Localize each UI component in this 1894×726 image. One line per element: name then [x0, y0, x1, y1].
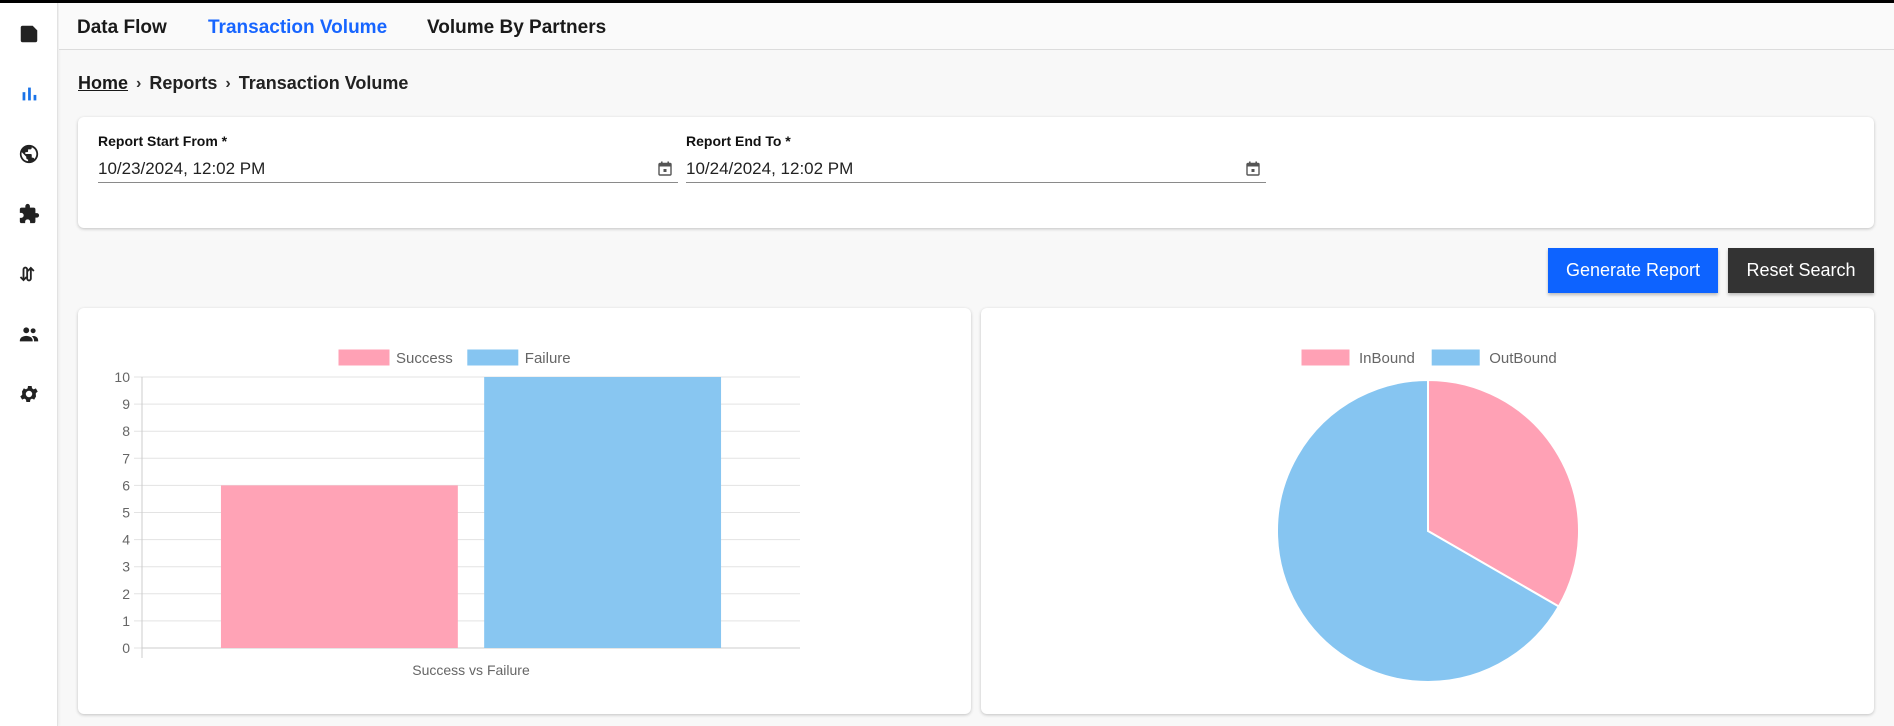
y-tick-label: 7 [122, 450, 130, 466]
y-tick-label: 1 [122, 613, 130, 629]
calendar-icon[interactable] [1246, 161, 1260, 176]
sidebar-item-globe[interactable] [17, 142, 41, 166]
legend-swatch-success [338, 349, 390, 366]
file-icon [20, 25, 38, 43]
bar-chart-card: Success Failure 0 1 2 3 4 5 6 7 8 9 10 Success vs Fai… [78, 308, 971, 714]
calendar-icon[interactable] [658, 161, 672, 176]
chevron-right-icon: › [225, 74, 231, 92]
tab-volume-by-partners[interactable]: Volume By Partners [427, 17, 606, 39]
sidebar-item-charts[interactable] [17, 82, 41, 106]
puzzle-icon [19, 203, 40, 224]
sidebar-item-settings[interactable] [17, 382, 41, 406]
y-tick-label: 5 [122, 505, 130, 521]
legend-label-failure: Failure [525, 350, 571, 367]
sidebar [0, 3, 58, 726]
y-tick-label: 9 [122, 396, 130, 412]
report-start-value: 10/23/2024, 12:02 PM [98, 158, 266, 178]
success-failure-bar-chart: Success Failure 0 1 2 3 4 5 6 7 8 9 10 Success vs Fai… [114, 349, 800, 678]
legend-swatch-inbound [1301, 349, 1350, 366]
tab-bar: Data Flow Transaction Volume Volume By P… [59, 3, 1894, 50]
generate-report-button[interactable]: Generate Report [1548, 248, 1718, 293]
tab-transaction-volume[interactable]: Transaction Volume [208, 17, 387, 39]
report-end-label: Report End To * [686, 133, 791, 149]
breadcrumb: Home › Reports › Transaction Volume [78, 73, 408, 94]
y-tick-label: 0 [122, 640, 130, 656]
report-end-input[interactable]: 10/24/2024, 12:02 PM [686, 155, 1266, 183]
legend-swatch-outbound [1431, 349, 1480, 366]
report-end-field: Report End To * 10/24/2024, 12:02 PM [686, 133, 1266, 183]
swap-vertical-icon [19, 266, 35, 282]
bar-chart-icon [22, 87, 37, 101]
report-start-field: Report Start From * 10/23/2024, 12:02 PM [98, 133, 678, 183]
inbound-outbound-pie-chart: InBound OutBound [1276, 349, 1580, 683]
sidebar-item-reports[interactable] [17, 22, 41, 46]
people-icon [19, 327, 39, 342]
y-tick-label: 3 [122, 559, 130, 575]
chevron-right-icon: › [136, 74, 142, 92]
sidebar-item-users[interactable] [17, 322, 41, 346]
report-start-label: Report Start From * [98, 133, 228, 149]
pie-chart-card: InBound OutBound [981, 308, 1874, 714]
y-tick-label: 10 [114, 369, 130, 385]
bar-success [220, 485, 458, 648]
legend-label-success: Success [396, 350, 453, 367]
y-tick-label: 6 [122, 477, 130, 493]
globe-icon [19, 144, 39, 164]
report-end-value: 10/24/2024, 12:02 PM [686, 158, 854, 178]
sidebar-item-routing[interactable] [17, 262, 41, 286]
legend-label-inbound: InBound [1359, 350, 1415, 367]
y-tick-label: 2 [122, 586, 130, 602]
tab-data-flow[interactable]: Data Flow [77, 17, 167, 39]
sidebar-item-plugins[interactable] [17, 202, 41, 226]
x-category-label: Success vs Failure [412, 662, 530, 678]
breadcrumb-current: Transaction Volume [238, 73, 409, 93]
reset-search-button[interactable]: Reset Search [1728, 248, 1874, 293]
breadcrumb-reports: Reports [149, 73, 218, 93]
report-start-input[interactable]: 10/23/2024, 12:02 PM [98, 155, 678, 183]
report-filter-card: Report Start From * 10/23/2024, 12:02 PM… [78, 117, 1874, 228]
gear-icon [20, 386, 38, 402]
legend-label-outbound: OutBound [1489, 350, 1557, 367]
breadcrumb-home[interactable]: Home [78, 73, 128, 94]
bar-failure [484, 377, 722, 648]
y-tick-label: 8 [122, 423, 130, 439]
legend-swatch-failure [467, 349, 519, 366]
y-tick-label: 4 [122, 532, 130, 548]
